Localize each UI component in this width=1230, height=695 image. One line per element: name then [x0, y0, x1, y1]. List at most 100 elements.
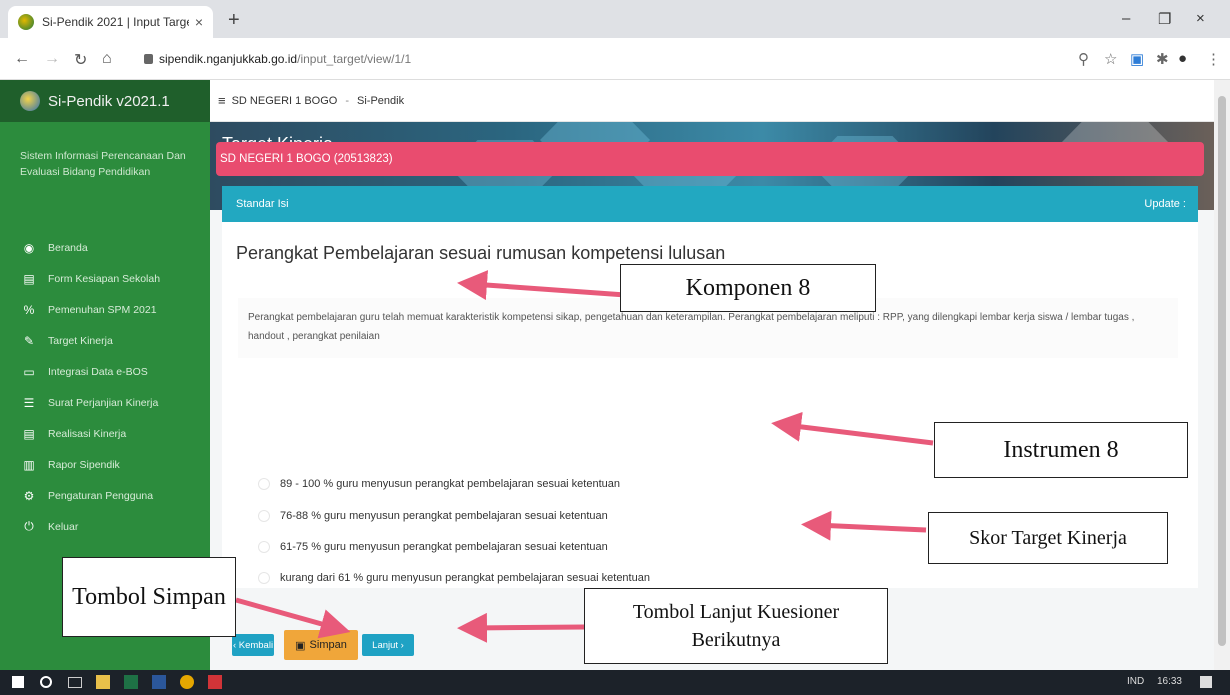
sidebar-item-form-kesiapan[interactable]: ▤ Form Kesiapan Sekolah	[0, 263, 210, 294]
brand[interactable]: Si-Pendik v2021.1	[0, 80, 210, 122]
word-icon[interactable]	[152, 675, 166, 689]
percent-icon: %	[23, 302, 35, 317]
system-description: Sistem Informasi Perencanaan Dan Evaluas…	[20, 150, 186, 178]
radio-button[interactable]	[258, 572, 270, 584]
callout-skor: Skor Target Kinerja	[928, 512, 1168, 564]
component-header-bar: Standar Isi Update :	[222, 186, 1198, 222]
score-option-label: 76-88 % guru menyusun perangkat pembelaj…	[280, 510, 608, 522]
save-icon: ▣	[295, 639, 306, 652]
question-title: Perangkat Pembelajaran sesuai rumusan ko…	[236, 243, 726, 263]
score-option-label: kurang dari 61 % guru menyusun perangkat…	[280, 572, 650, 584]
zoom-icon[interactable]: ⚲	[1078, 50, 1089, 68]
task-view-icon[interactable]	[68, 677, 82, 688]
top-navbar: ≡ SD NEGERI 1 BOGO - Si-Pendik	[210, 80, 1215, 122]
url-host: sipendik.nganjukkab.go.id	[159, 52, 298, 66]
browser-menu-icon[interactable]: ⋮	[1206, 50, 1221, 68]
forward-arrow-icon[interactable]: →	[44, 50, 60, 68]
home-icon[interactable]: ⌂	[102, 50, 112, 68]
close-window-button[interactable]: ×	[1196, 10, 1205, 27]
profile-avatar-icon[interactable]: ●	[1178, 50, 1187, 67]
book-icon: ▥	[23, 457, 35, 472]
search-icon[interactable]	[40, 676, 52, 688]
save-button-label: Simpan	[309, 639, 347, 651]
bookmark-star-icon[interactable]: ☆	[1104, 50, 1117, 68]
breadcrumb-app: Si-Pendik	[357, 94, 405, 107]
scrollbar-thumb[interactable]	[1218, 96, 1226, 646]
dashboard-icon: ◉	[23, 240, 35, 255]
hamburger-icon[interactable]: ≡	[218, 93, 226, 108]
radio-button[interactable]	[258, 510, 270, 522]
system-tray: IND 16:33	[1127, 676, 1182, 687]
url-field[interactable]: sipendik.nganjukkab.go.id/input_target/v…	[144, 52, 411, 66]
sidebar-item-label: Integrasi Data e-BOS	[48, 365, 148, 378]
gears-icon: ⚙	[23, 488, 35, 503]
component-label: Standar Isi	[236, 198, 289, 210]
sidebar-item-label: Pengaturan Pengguna	[48, 489, 154, 502]
next-button[interactable]: Lanjut ›	[362, 634, 414, 656]
school-header-bar: SD NEGERI 1 BOGO (20513823)	[216, 142, 1204, 176]
breadcrumb-school: SD NEGERI 1 BOGO	[231, 94, 338, 107]
sidebar-item-rapor[interactable]: ▥ Rapor Sipendik	[0, 449, 210, 480]
score-option[interactable]: 76-88 % guru menyusun perangkat pembelaj…	[258, 510, 608, 522]
save-button[interactable]: ▣ Simpan	[284, 630, 358, 660]
score-option[interactable]: kurang dari 61 % guru menyusun perangkat…	[258, 572, 650, 584]
sidebar-item-label: Rapor Sipendik	[48, 458, 120, 471]
windows-start-icon[interactable]	[12, 676, 24, 688]
sidebar-item-keluar[interactable]: ⏻ Keluar	[0, 511, 210, 542]
score-option[interactable]: 89 - 100 % guru menyusun perangkat pembe…	[258, 478, 620, 490]
brand-title: Si-Pendik v2021.1	[48, 92, 170, 110]
site-favicon-icon	[18, 14, 34, 30]
file-icon: ▤	[23, 271, 35, 286]
breadcrumb-separator: -	[345, 94, 350, 107]
back-button[interactable]: ‹ Kembali	[232, 634, 274, 656]
tab-close-icon[interactable]: ×	[195, 14, 203, 30]
monitor-icon: ▭	[23, 364, 35, 379]
sidebar-item-label: Realisasi Kinerja	[48, 427, 127, 440]
chrome-icon[interactable]	[180, 675, 194, 689]
extension-icon[interactable]: ▣	[1130, 50, 1144, 68]
power-icon: ⏻	[24, 519, 34, 533]
radio-button[interactable]	[258, 478, 270, 490]
score-option[interactable]: 61-75 % guru menyusun perangkat pembelaj…	[258, 541, 608, 553]
minimize-button[interactable]: –	[1122, 10, 1130, 27]
language-indicator[interactable]: IND	[1127, 676, 1144, 687]
puzzle-icon[interactable]: ✱	[1156, 50, 1169, 68]
browser-tab[interactable]: Si-Pendik 2021 | Input Target ×	[8, 6, 213, 38]
sidebar-item-pemenuhan-spm[interactable]: % Pemenuhan SPM 2021	[0, 294, 210, 325]
file-explorer-icon[interactable]	[96, 675, 110, 689]
update-label: Update :	[1144, 198, 1186, 210]
file-icon: ▤	[23, 426, 35, 441]
address-bar-row: ← → ↻ ⌂ sipendik.nganjukkab.go.id/input_…	[0, 38, 1230, 80]
notification-icon[interactable]	[1200, 676, 1212, 688]
callout-lanjut: Tombol Lanjut Kuesioner Berikutnya	[584, 588, 888, 664]
browser-tab-strip: Si-Pendik 2021 | Input Target × + – ❐ ×	[0, 0, 1230, 38]
callout-simpan: Tombol Simpan	[62, 557, 236, 637]
lock-icon	[144, 54, 153, 64]
url-path: /input_target/view/1/1	[297, 52, 412, 66]
sidebar-item-target-kinerja[interactable]: ✎ Target Kinerja	[0, 325, 210, 356]
windows-taskbar: IND 16:33	[0, 670, 1230, 695]
sidebar-item-pengaturan[interactable]: ⚙ Pengaturan Pengguna	[0, 480, 210, 511]
tab-title: Si-Pendik 2021 | Input Target	[42, 15, 189, 29]
edit-icon: ✎	[23, 333, 35, 348]
list-icon: ☰	[23, 395, 35, 410]
app-icon[interactable]	[208, 675, 222, 689]
radio-button[interactable]	[258, 541, 270, 553]
sidebar-item-realisasi[interactable]: ▤ Realisasi Kinerja	[0, 418, 210, 449]
excel-icon[interactable]	[124, 675, 138, 689]
new-tab-button[interactable]: +	[228, 9, 240, 32]
restore-button[interactable]: ❐	[1158, 10, 1171, 28]
sidebar-item-label: Form Kesiapan Sekolah	[48, 272, 161, 285]
sidebar-item-integrasi-ebos[interactable]: ▭ Integrasi Data e-BOS	[0, 356, 210, 387]
sidebar-item-label: Beranda	[48, 241, 88, 254]
reload-icon[interactable]: ↻	[74, 50, 87, 70]
sidebar-item-beranda[interactable]: ◉ Beranda	[0, 232, 210, 263]
clock: 16:33	[1156, 676, 1182, 687]
sidebar-item-surat-perjanjian[interactable]: ☰ Surat Perjanjian Kinerja	[0, 387, 210, 418]
sidebar-menu: ◉ Beranda ▤ Form Kesiapan Sekolah % Pemenuh…	[0, 214, 210, 542]
page-scrollbar[interactable]	[1214, 80, 1230, 670]
score-option-label: 89 - 100 % guru menyusun perangkat pembe…	[280, 478, 621, 490]
sidebar-item-label: Target Kinerja	[48, 334, 113, 347]
callout-komponen: Komponen 8	[620, 264, 876, 312]
back-arrow-icon[interactable]: ←	[14, 50, 30, 68]
